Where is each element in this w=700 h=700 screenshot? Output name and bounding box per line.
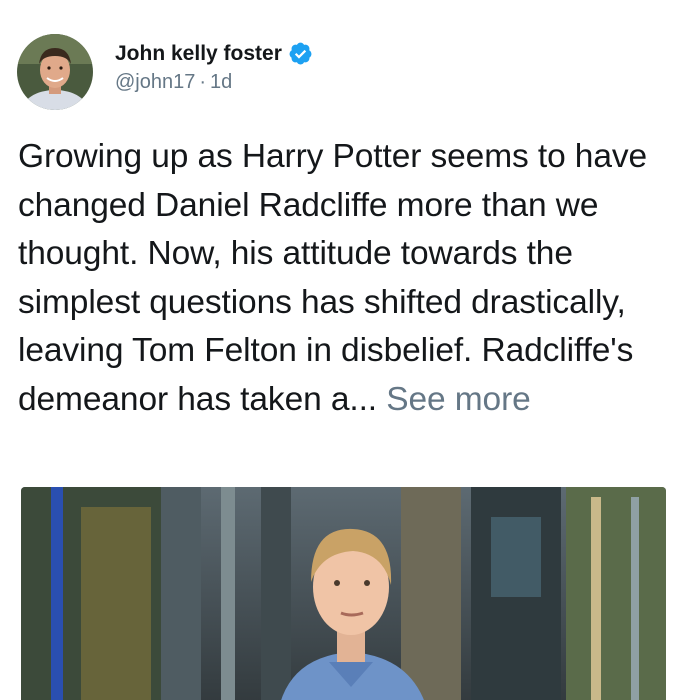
author-handle[interactable]: @john17 [115,71,195,93]
tweet-timestamp[interactable]: 1d [210,71,232,93]
photo-of-man-on-film-set-icon [21,487,666,700]
tweet-header: John kelly foster @john17 · 1d [17,34,313,110]
see-more-link[interactable]: See more [386,381,531,418]
tweet-body: Growing up as Harry Potter seems to have… [18,133,688,424]
tweet-text: Growing up as Harry Potter seems to have… [18,138,648,418]
tweet-card: John kelly foster @john17 · 1d Growing up … [0,0,700,700]
name-row: John kelly foster [115,39,313,69]
person-avatar-icon [17,34,93,110]
separator-dot: · [199,70,207,93]
tweet-media[interactable] [21,487,666,700]
handle-row: @john17 · 1d [115,71,313,94]
avatar[interactable] [17,34,93,110]
display-name[interactable]: John kelly foster [115,42,282,66]
verified-badge-icon [288,41,313,66]
author-meta: John kelly foster @john17 · 1d [115,39,313,94]
